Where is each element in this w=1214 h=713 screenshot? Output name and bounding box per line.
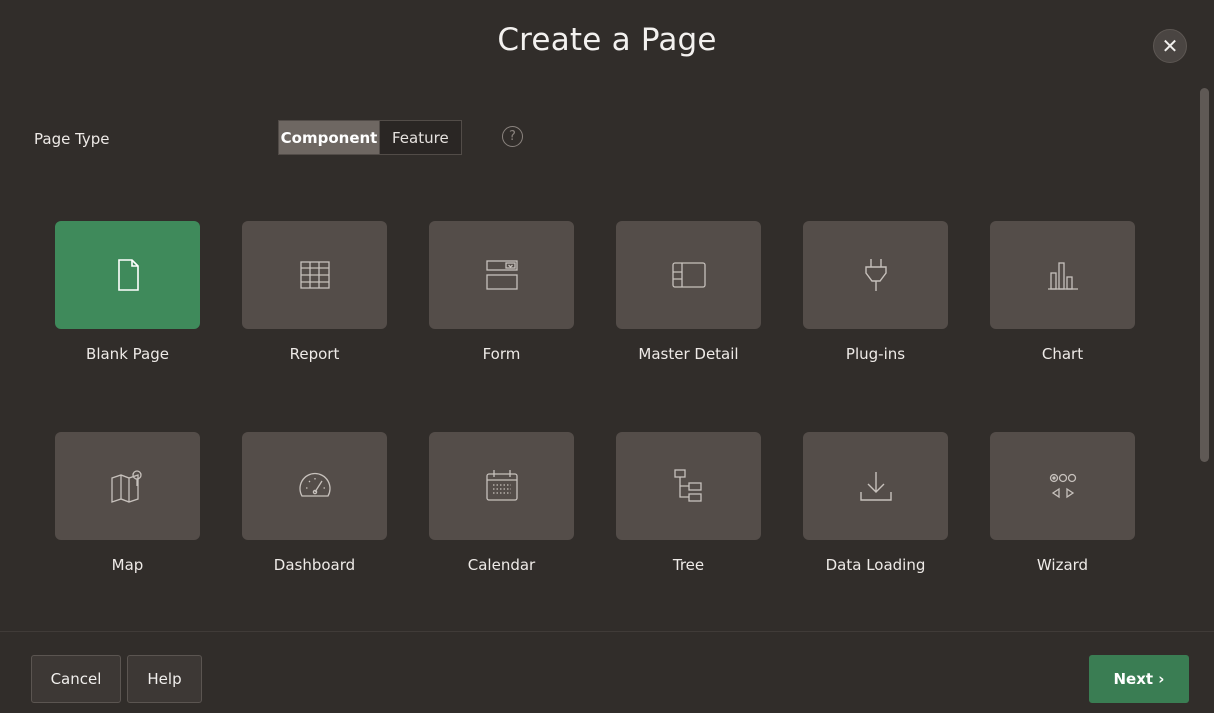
calendar-icon — [485, 470, 518, 501]
page-type-toggle: Component Feature — [278, 120, 462, 155]
blank-page-icon — [117, 259, 139, 291]
dialog-title: Create a Page — [497, 22, 717, 58]
tile-label-report: Report — [289, 345, 340, 363]
tile-label-master-detail: Master Detail — [638, 345, 739, 363]
tree-icon — [673, 469, 702, 502]
tile-tree[interactable] — [616, 432, 761, 540]
plug-icon — [864, 259, 887, 291]
close-icon: ✕ — [1161, 34, 1179, 58]
tile-label-map: Map — [111, 556, 144, 574]
close-button[interactable]: ✕ — [1153, 29, 1187, 63]
master-detail-icon — [671, 262, 706, 288]
tile-report[interactable] — [242, 221, 387, 329]
tile-label-chart: Chart — [1041, 345, 1084, 363]
component-option[interactable]: Component — [279, 121, 379, 154]
help-button[interactable]: Help — [127, 655, 202, 703]
wizard-icon — [1049, 473, 1076, 499]
feature-option[interactable]: Feature — [379, 121, 461, 154]
tile-label-blank-page: Blank Page — [86, 345, 169, 363]
tile-label-form: Form — [482, 345, 521, 363]
tile-label-wizard: Wizard — [1036, 556, 1089, 574]
map-icon — [110, 470, 142, 503]
tile-blank-page[interactable] — [55, 221, 200, 329]
tile-master-detail[interactable] — [616, 221, 761, 329]
report-icon — [299, 261, 330, 289]
tile-data-loading[interactable] — [803, 432, 948, 540]
tile-form[interactable] — [429, 221, 574, 329]
tile-label-dashboard: Dashboard — [273, 556, 356, 574]
tile-plug-ins[interactable] — [803, 221, 948, 329]
next-button[interactable]: Next › — [1089, 655, 1189, 703]
tile-wizard[interactable] — [990, 432, 1135, 540]
tile-label-plug-ins: Plug-ins — [845, 345, 906, 363]
tile-label-calendar: Calendar — [467, 556, 536, 574]
scrollbar[interactable] — [1200, 88, 1209, 462]
dashboard-icon — [298, 472, 331, 497]
tile-label-tree: Tree — [672, 556, 705, 574]
tile-label-data-loading: Data Loading — [825, 556, 926, 574]
page-type-label: Page Type — [34, 130, 110, 148]
create-page-dialog: Create a Page ✕ Page Type Component Feat… — [0, 0, 1214, 713]
tile-map[interactable] — [55, 432, 200, 540]
form-icon — [485, 260, 518, 290]
data-loading-icon — [859, 472, 892, 501]
footer-divider — [0, 631, 1214, 632]
tile-calendar[interactable] — [429, 432, 574, 540]
chart-icon — [1047, 262, 1078, 290]
tile-chart[interactable] — [990, 221, 1135, 329]
cancel-button[interactable]: Cancel — [31, 655, 121, 703]
tile-dashboard[interactable] — [242, 432, 387, 540]
help-icon[interactable]: ? — [502, 126, 523, 147]
